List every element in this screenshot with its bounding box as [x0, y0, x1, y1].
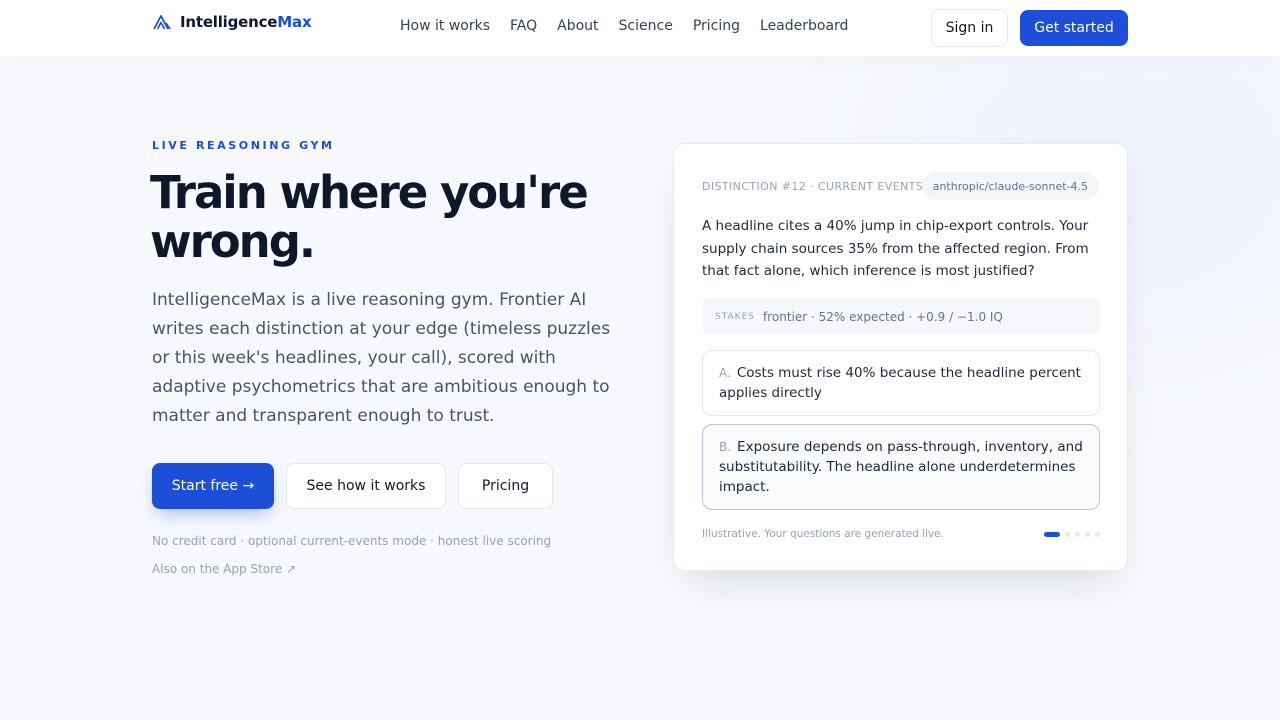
nav-how-it-works[interactable]: How it works — [400, 18, 490, 34]
logo[interactable]: IntelligenceMax — [152, 13, 312, 31]
model-badge: anthropic/claude-sonnet-4.5 — [921, 172, 1099, 200]
pagination-dot[interactable] — [1075, 532, 1080, 537]
nav-leaderboard[interactable]: Leaderboard — [760, 18, 848, 34]
pricing-button[interactable]: Pricing — [458, 463, 553, 509]
sample-question-card: DISTINCTION #12 · CURRENT EVENTS anthrop… — [673, 143, 1128, 571]
nav-faq[interactable]: FAQ — [510, 18, 537, 34]
question-text: A headline cites a 40% jump in chip-expo… — [702, 218, 1089, 279]
main-nav: How it works FAQ About Science Pricing L… — [400, 18, 848, 34]
see-how-it-works-button[interactable]: See how it works — [286, 463, 446, 509]
stakes-text: frontier · 52% expected · +0.9 / −1.0 IQ — [762, 309, 1003, 324]
logo-text: IntelligenceMax — [180, 13, 312, 31]
pagination-dot[interactable] — [1085, 532, 1090, 537]
site-header: IntelligenceMax How it works FAQ About S… — [0, 0, 1280, 56]
logo-text-part1: Intelligence — [180, 13, 278, 31]
option-text: Costs must rise 40% because the headline… — [719, 365, 1081, 401]
sign-in-button[interactable]: Sign in — [931, 9, 1008, 47]
illustrative-note: Illustrative. Your questions are generat… — [702, 528, 944, 540]
app-store-link[interactable]: Also on the App Store ↗ — [152, 562, 296, 576]
hero-headline-line1: Train where you're — [150, 166, 589, 219]
logo-mark-icon — [153, 15, 171, 30]
option-text: Exposure depends on pass-through, invent… — [719, 439, 1083, 495]
logo-text-part2: Max — [277, 13, 312, 31]
cta-row: Start free → See how it works Pricing — [152, 463, 553, 509]
distinction-meta: DISTINCTION #12 · CURRENT EVENTS — [702, 180, 924, 193]
answer-option-b[interactable]: B. Exposure depends on pass-through, inve… — [702, 424, 1100, 510]
pagination-dot[interactable] — [1095, 532, 1100, 537]
nav-about[interactable]: About — [557, 18, 598, 34]
pagination-dot[interactable] — [1044, 532, 1060, 537]
fine-print: No credit card · optional current-events… — [152, 534, 552, 548]
pagination-dots — [1044, 532, 1100, 537]
stakes-bar: STAKES frontier · 52% expected · +0.9 / … — [702, 298, 1100, 335]
option-letter: B. — [719, 440, 732, 454]
option-letter: A. — [719, 366, 731, 380]
hero-headline-line2: wrong. — [150, 215, 316, 268]
get-started-button[interactable]: Get started — [1020, 10, 1128, 46]
stakes-label: STAKES — [715, 311, 755, 322]
hero-eyebrow: LIVE REASONING GYM — [152, 139, 335, 152]
nav-science[interactable]: Science — [619, 18, 673, 34]
start-free-button[interactable]: Start free → — [152, 463, 274, 509]
answer-option-a[interactable]: A. Costs must rise 40% because the headli… — [702, 350, 1100, 416]
hero-description: IntelligenceMax is a live reasoning gym.… — [152, 290, 611, 426]
hero-headline: Train where you're wrong. — [150, 168, 630, 266]
nav-pricing[interactable]: Pricing — [693, 18, 740, 34]
pagination-dot[interactable] — [1065, 532, 1070, 537]
